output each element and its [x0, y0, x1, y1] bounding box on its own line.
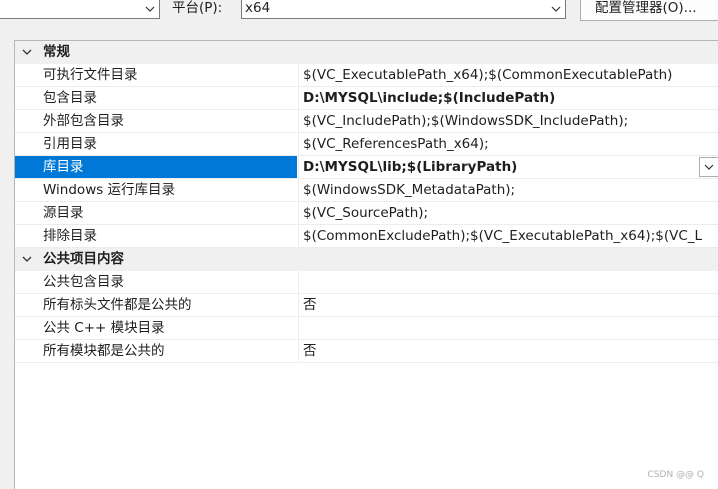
property-name: 所有标头文件都是公共的: [15, 294, 297, 317]
property-name: Windows 运行库目录: [15, 179, 297, 202]
property-value[interactable]: $(VC_ReferencesPath_x64);: [298, 133, 718, 156]
property-value[interactable]: $(VC_IncludePath);$(WindowsSDK_IncludePa…: [298, 110, 718, 133]
platform-label: 平台(P):: [172, 0, 223, 16]
property-value[interactable]: $(CommonExcludePath);$(VC_ExecutablePath…: [298, 225, 718, 248]
property-name: 排除目录: [15, 225, 297, 248]
category-label: 公共项目内容: [43, 251, 124, 267]
property-row[interactable]: 外部包含目录 $(VC_IncludePath);$(WindowsSDK_In…: [15, 110, 718, 133]
property-value[interactable]: 否: [298, 340, 718, 363]
property-grid: 常规 可执行文件目录 $(VC_ExecutablePath_x64);$(Co…: [14, 40, 718, 489]
collapse-chevron-icon[interactable]: [20, 252, 34, 266]
property-row[interactable]: 引用目录 $(VC_ReferencesPath_x64);: [15, 133, 718, 156]
property-row[interactable]: 可执行文件目录 $(VC_ExecutablePath_x64);$(Commo…: [15, 64, 718, 87]
configuration-manager-button[interactable]: 配置管理器(O)...: [580, 0, 718, 21]
watermark: CSDN @@ Q: [647, 470, 704, 480]
platform-value: x64: [245, 0, 271, 16]
property-value[interactable]: $(VC_ExecutablePath_x64);$(CommonExecuta…: [298, 64, 718, 87]
property-name: 外部包含目录: [15, 110, 297, 133]
property-row[interactable]: 包含目录 D:\MYSQL\include;$(IncludePath): [15, 87, 718, 110]
property-row[interactable]: Windows 运行库目录 $(WindowsSDK_MetadataPath)…: [15, 179, 718, 202]
collapse-chevron-icon[interactable]: [20, 45, 34, 59]
property-value[interactable]: D:\MYSQL\lib;$(LibraryPath): [298, 156, 718, 179]
property-row[interactable]: 所有模块都是公共的 否: [15, 340, 718, 363]
property-name: 源目录: [15, 202, 297, 225]
property-name: 公共 C++ 模块目录: [15, 317, 297, 340]
property-value[interactable]: [298, 317, 718, 340]
property-value[interactable]: [298, 271, 718, 294]
chevron-down-icon: [704, 164, 714, 170]
property-row[interactable]: 公共包含目录: [15, 271, 718, 294]
property-value-text: D:\MYSQL\lib;$(LibraryPath): [303, 159, 518, 175]
category-label: 常规: [43, 44, 70, 60]
property-value[interactable]: 否: [298, 294, 718, 317]
property-name: 库目录: [15, 156, 297, 179]
value-dropdown-button[interactable]: [699, 157, 718, 177]
category-general[interactable]: 常规: [15, 41, 718, 64]
property-row[interactable]: 排除目录 $(CommonExcludePath);$(VC_Executabl…: [15, 225, 718, 248]
property-value[interactable]: $(WindowsSDK_MetadataPath);: [298, 179, 718, 202]
toolbar: 平台(P): x64 配置管理器(O)...: [0, 0, 718, 22]
property-value[interactable]: $(VC_SourcePath);: [298, 202, 718, 225]
platform-dropdown[interactable]: x64: [241, 0, 566, 19]
configuration-dropdown[interactable]: [0, 0, 160, 19]
property-value[interactable]: D:\MYSQL\include;$(IncludePath): [298, 87, 718, 110]
property-name: 包含目录: [15, 87, 297, 110]
chevron-down-icon: [141, 0, 159, 18]
chevron-down-icon: [547, 0, 565, 18]
property-name: 所有模块都是公共的: [15, 340, 297, 363]
property-row[interactable]: 源目录 $(VC_SourcePath);: [15, 202, 718, 225]
property-row[interactable]: 所有标头文件都是公共的 否: [15, 294, 718, 317]
property-row[interactable]: 公共 C++ 模块目录: [15, 317, 718, 340]
category-public-project-content[interactable]: 公共项目内容: [15, 248, 718, 271]
property-name: 引用目录: [15, 133, 297, 156]
property-row-selected[interactable]: 库目录 D:\MYSQL\lib;$(LibraryPath): [15, 156, 718, 179]
property-name: 可执行文件目录: [15, 64, 297, 87]
property-name: 公共包含目录: [15, 271, 297, 294]
